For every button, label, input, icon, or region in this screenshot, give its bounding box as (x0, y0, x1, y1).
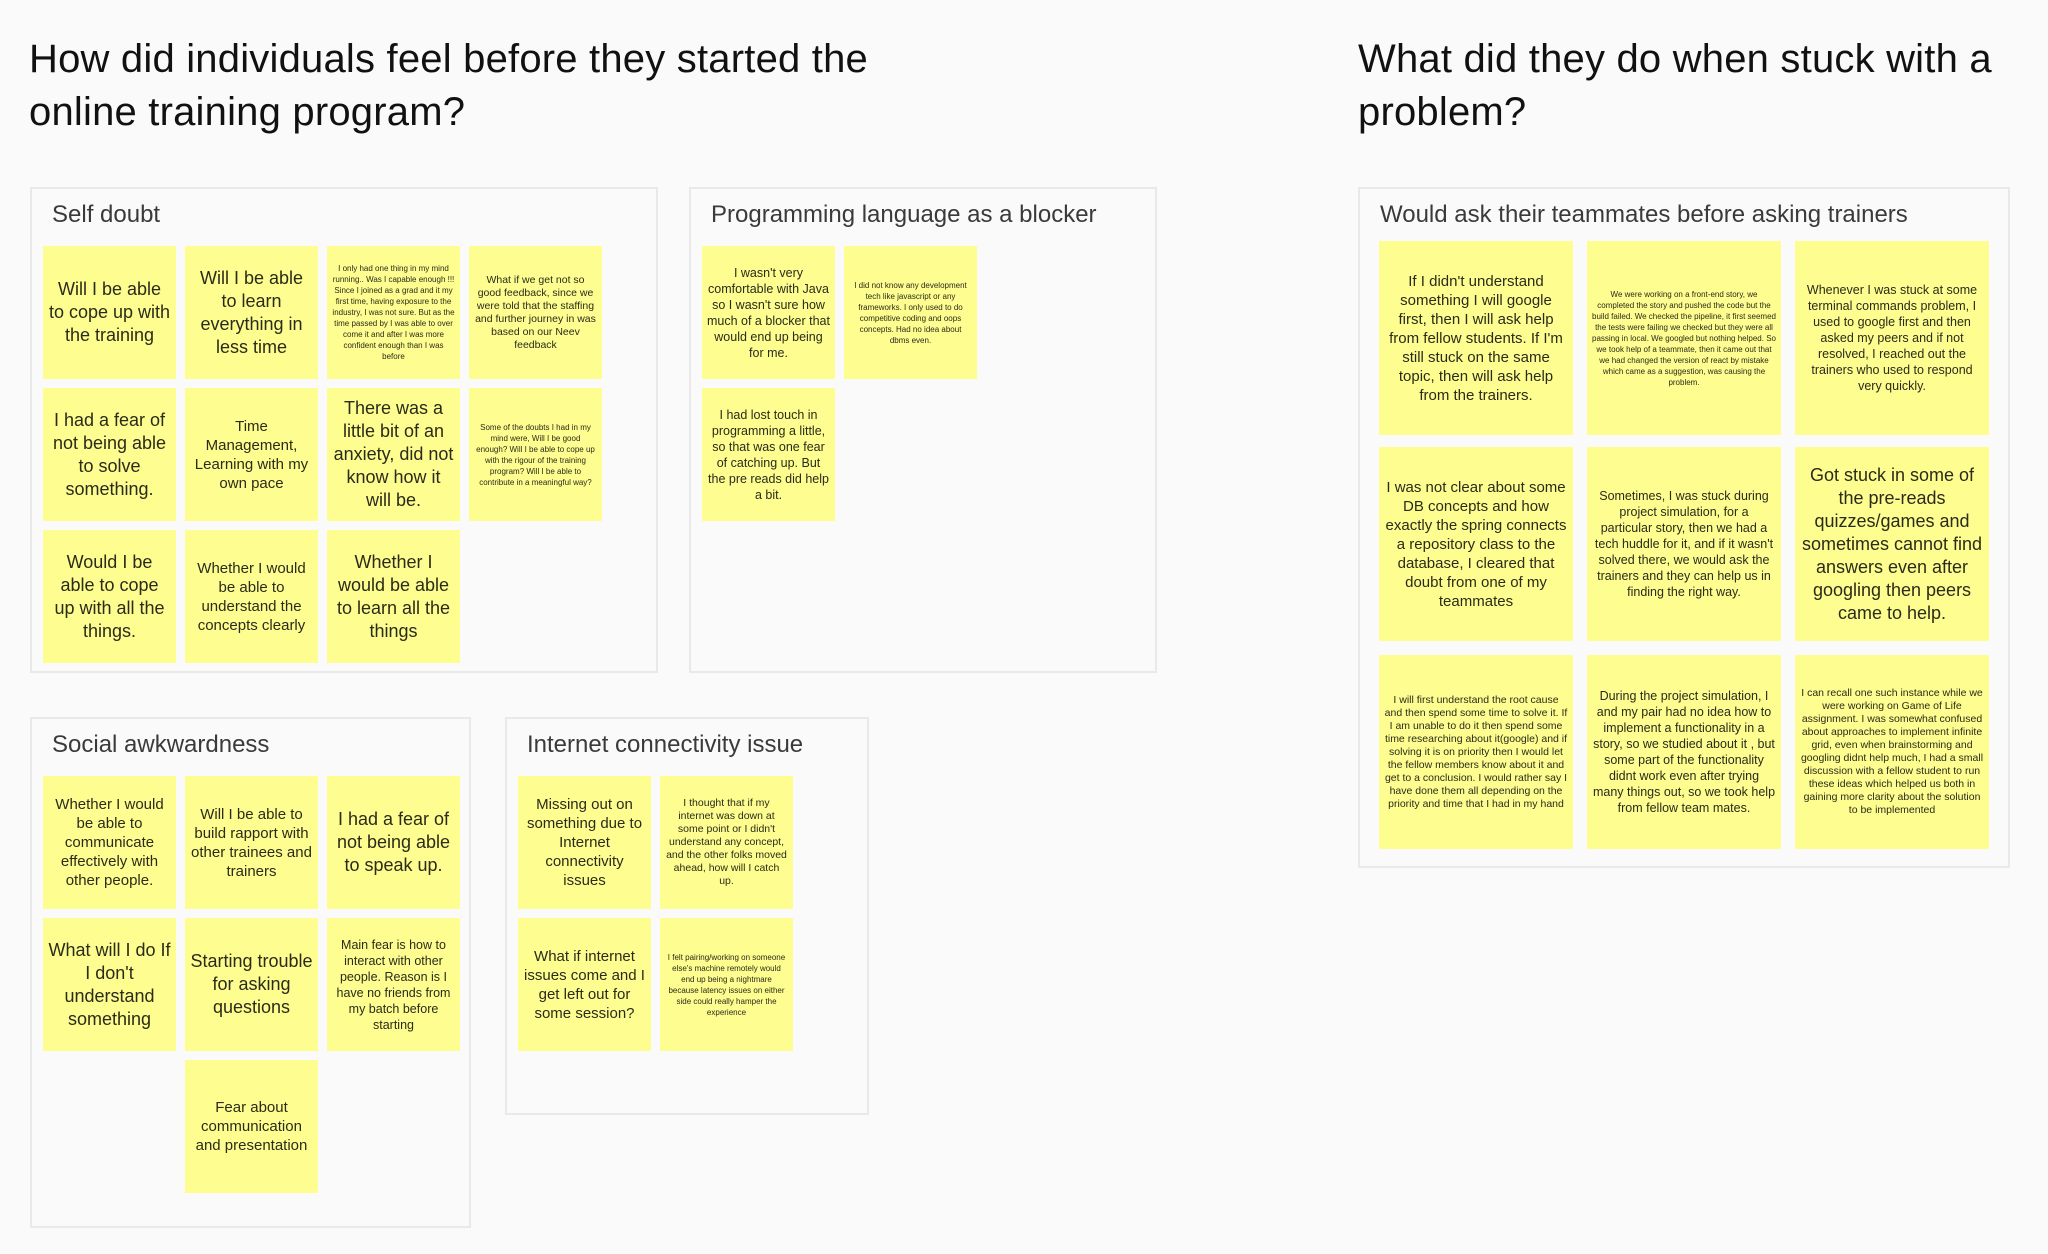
sticky-note[interactable]: Whether I would be able to communicate e… (43, 776, 176, 909)
sticky-note[interactable]: Sometimes, I was stuck during project si… (1587, 447, 1781, 641)
sticky-note[interactable]: I wasn't very comfortable with Java so I… (702, 246, 835, 379)
sticky-note[interactable]: What if we get not so good feedback, sin… (469, 246, 602, 379)
group-ask-teammates[interactable]: Would ask their teammates before asking … (1358, 187, 2010, 868)
sticky-note[interactable]: Whether I would be able to learn all the… (327, 530, 460, 663)
sticky-note[interactable]: I thought that if my internet was down a… (660, 776, 793, 909)
sticky-note[interactable]: Would I be able to cope up with all the … (43, 530, 176, 663)
group-internet-connectivity[interactable]: Internet connectivity issue Missing out … (505, 717, 869, 1115)
sticky-note[interactable]: Some of the doubts I had in my mind were… (469, 388, 602, 521)
sticky-note[interactable]: We were working on a front-end story, we… (1587, 241, 1781, 435)
sticky-note[interactable]: I had a fear of not being able to speak … (327, 776, 460, 909)
sticky-note[interactable]: Main fear is how to interact with other … (327, 918, 460, 1051)
sticky-note[interactable]: During the project simulation, I and my … (1587, 655, 1781, 849)
sticky-note[interactable]: I did not know any development tech like… (844, 246, 977, 379)
sticky-note[interactable]: Missing out on something due to Internet… (518, 776, 651, 909)
sticky-note[interactable]: Time Management, Learning with my own pa… (185, 388, 318, 521)
sticky-note[interactable]: I can recall one such instance while we … (1795, 655, 1989, 849)
sticky-note[interactable]: Whether I would be able to understand th… (185, 530, 318, 663)
sticky-note[interactable]: Will I be able to cope up with the train… (43, 246, 176, 379)
group-title: Self doubt (52, 201, 161, 228)
sticky-note[interactable]: What will I do If I don't understand som… (43, 918, 176, 1051)
sticky-note[interactable]: Will I be able to build rapport with oth… (185, 776, 318, 909)
group-self-doubt[interactable]: Self doubt Will I be able to cope up wit… (30, 187, 658, 673)
sticky-note[interactable]: I was not clear about some DB concepts a… (1379, 447, 1573, 641)
group-programming-blocker[interactable]: Programming language as a blocker I wasn… (689, 187, 1157, 673)
heading-stuck: What did they do when stuck with a probl… (1358, 37, 1992, 134)
sticky-note[interactable]: What if internet issues come and I get l… (518, 918, 651, 1051)
sticky-note[interactable]: I had lost touch in programming a little… (702, 388, 835, 521)
sticky-note[interactable]: Will I be able to learn everything in le… (185, 246, 318, 379)
sticky-note[interactable]: I had a fear of not being able to solve … (43, 388, 176, 521)
heading-feelings: How did individuals feel before they sta… (29, 37, 868, 134)
sticky-note[interactable]: There was a little bit of an anxiety, di… (327, 388, 460, 521)
sticky-note[interactable]: I will first understand the root cause a… (1379, 655, 1573, 849)
sticky-note[interactable]: If I didn't understand something I will … (1379, 241, 1573, 435)
sticky-note[interactable]: Got stuck in some of the pre-reads quizz… (1795, 447, 1989, 641)
sticky-note[interactable]: Whenever I was stuck at some terminal co… (1795, 241, 1989, 435)
sticky-note[interactable]: Starting trouble for asking questions (185, 918, 318, 1051)
group-title: Would ask their teammates before asking … (1380, 201, 1908, 228)
group-social-awkwardness[interactable]: Social awkwardness Whether I would be ab… (30, 717, 471, 1228)
sticky-note[interactable]: I felt pairing/working on someone else's… (660, 918, 793, 1051)
group-title: Social awkwardness (52, 731, 270, 758)
sticky-note[interactable]: Fear about communication and presentatio… (185, 1060, 318, 1193)
group-title: Programming language as a blocker (711, 201, 1097, 228)
sticky-note[interactable]: I only had one thing in my mind running.… (327, 246, 460, 379)
group-title: Internet connectivity issue (527, 731, 804, 758)
